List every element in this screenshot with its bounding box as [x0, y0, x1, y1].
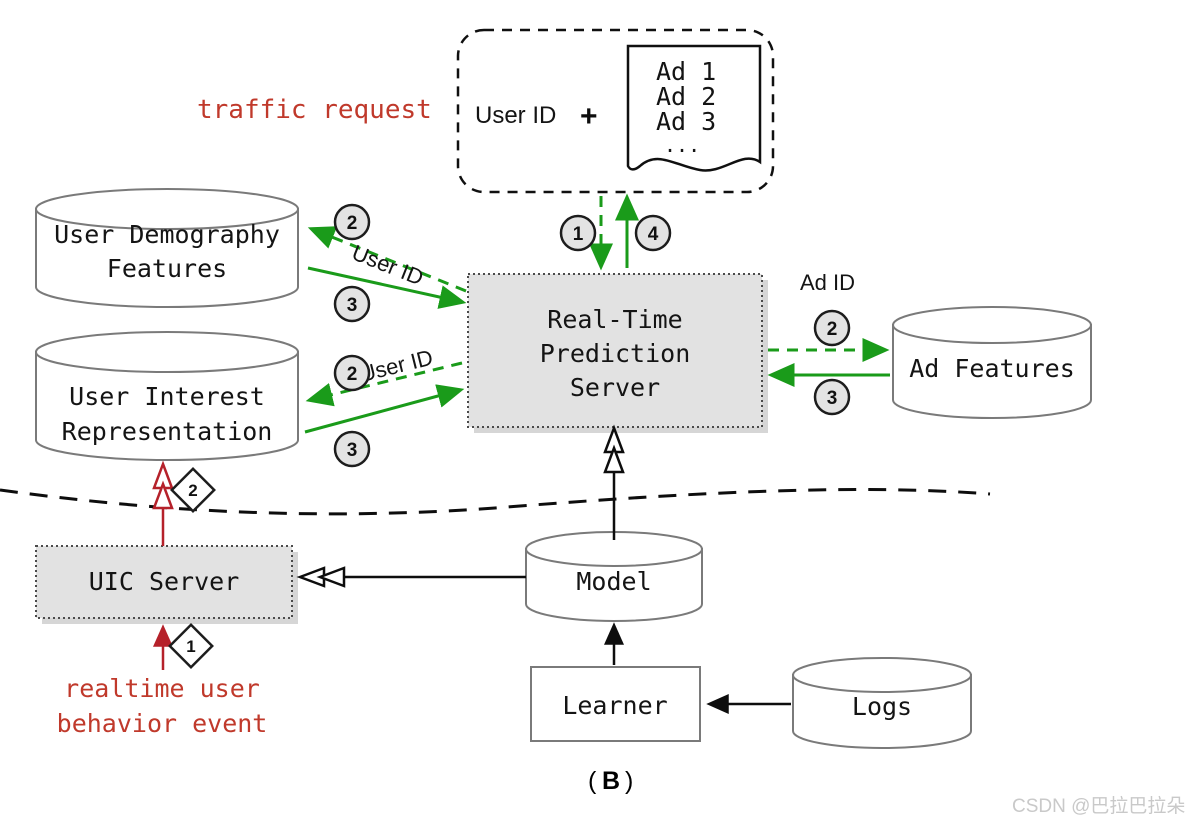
request-server-arrows	[589, 193, 639, 271]
badge-request-in: 1	[559, 214, 597, 252]
node-learner: Learner	[530, 666, 701, 742]
request-plus-sign: +	[580, 100, 598, 133]
ad-items-ellipsis: ...	[664, 133, 700, 157]
badge-demography-out: 2	[333, 203, 371, 241]
ad-id-label: Ad ID	[800, 270, 855, 295]
user-interest-label-line1: User Interest	[69, 382, 265, 411]
node-logs: Logs	[792, 657, 972, 749]
user-id-label-top: User ID	[348, 240, 427, 291]
badge-uic-event: 1	[168, 623, 214, 669]
badge-adfeat-out: 2	[813, 309, 851, 347]
prediction-server-label-line1: Real-Time	[547, 305, 682, 334]
badge-uic-write: 2	[170, 467, 216, 513]
prediction-server-label-line2: Prediction	[540, 339, 691, 368]
node-user-demography: User Demography Features	[35, 188, 299, 308]
arrow-model-to-prediction-server	[603, 424, 625, 540]
node-prediction-server: Real-Time Prediction Server	[467, 273, 768, 433]
badge-adfeat-out-number: 2	[827, 319, 838, 340]
user-demography-label-line1: User Demography	[54, 220, 280, 249]
badge-request-out-number: 4	[648, 224, 659, 245]
server-adfeatures-arrows	[767, 338, 890, 387]
uic-server-label: UIC Server	[89, 567, 240, 596]
badge-interest-out: 2	[333, 354, 371, 392]
caption-letter: B	[602, 767, 620, 795]
badge-interest-in: 3	[333, 430, 371, 468]
user-demography-label-line2: Features	[107, 254, 227, 283]
traffic-request-text: traffic request	[197, 95, 432, 125]
arrow-uic-to-user-interest	[152, 460, 174, 546]
interest-server-arrows: User ID	[304, 345, 465, 434]
learner-label: Learner	[562, 691, 667, 720]
demography-server-arrows: User ID	[307, 226, 467, 309]
badge-uic-event-number: 1	[186, 637, 195, 656]
badge-demography-out-number: 2	[347, 213, 358, 234]
traffic-request-group: User ID + Ad 1 Ad 2 Ad 3 ...	[456, 28, 775, 194]
prediction-server-label-line3: Server	[570, 373, 660, 402]
ad-item-3: Ad 3	[656, 107, 716, 136]
badge-request-in-number: 1	[573, 224, 584, 245]
caption-prefix: (	[588, 767, 597, 795]
realtime-event-text-line1: realtime user	[64, 674, 260, 703]
diagram-canvas: User ID + Ad 1 Ad 2 Ad 3 ... traffic req…	[0, 0, 1198, 824]
badge-uic-write-number: 2	[188, 481, 197, 500]
model-label: Model	[576, 567, 651, 596]
node-user-interest: User Interest Representation	[35, 331, 299, 461]
badge-interest-out-number: 2	[347, 364, 358, 385]
user-interest-label-line2: Representation	[62, 417, 273, 446]
caption-suffix: )	[625, 767, 633, 795]
user-id-label-bottom: User ID	[357, 345, 435, 387]
badge-demography-in: 3	[333, 285, 371, 323]
request-user-id-label: User ID	[475, 102, 556, 129]
node-uic-server: UIC Server	[35, 545, 298, 624]
ad-features-label: Ad Features	[909, 354, 1075, 383]
architecture-diagram: User ID + Ad 1 Ad 2 Ad 3 ... traffic req…	[0, 28, 1185, 817]
node-ad-features: Ad Features	[892, 306, 1092, 419]
arrow-model-to-uic-server	[296, 566, 526, 588]
badge-demography-in-number: 3	[347, 295, 358, 316]
badge-adfeat-in-number: 3	[827, 388, 838, 409]
badge-request-out: 4	[634, 214, 672, 252]
node-model: Model	[525, 531, 703, 622]
badge-interest-in-number: 3	[347, 440, 358, 461]
logs-label: Logs	[852, 692, 912, 721]
badge-adfeat-in: 3	[813, 378, 851, 416]
realtime-event-text-line2: behavior event	[57, 709, 268, 738]
csdn-watermark: CSDN @巴拉巴拉朵	[1012, 795, 1185, 817]
online-offline-boundary	[0, 488, 991, 516]
figure-caption: ( B )	[588, 767, 633, 795]
